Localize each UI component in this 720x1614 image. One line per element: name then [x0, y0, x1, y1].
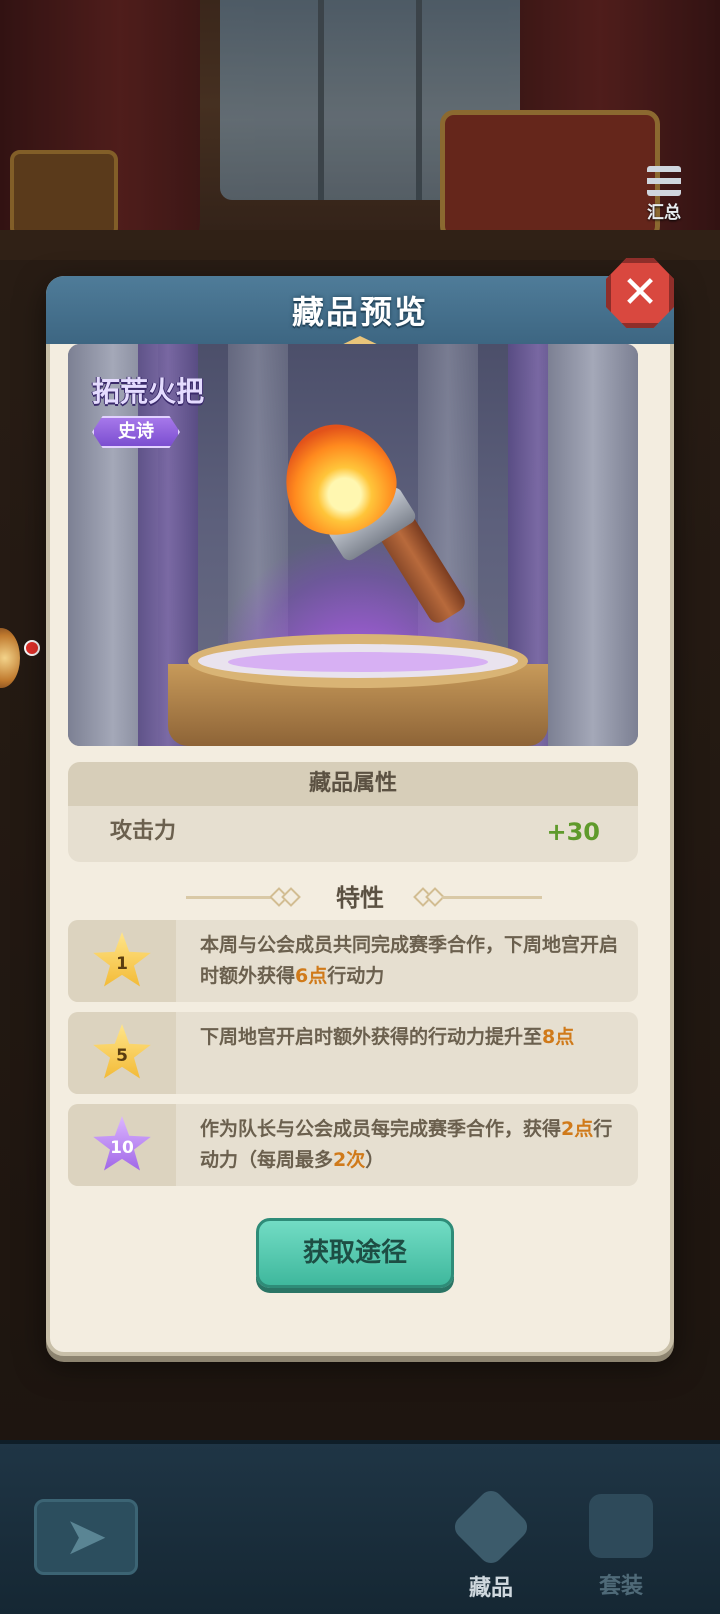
notification-dot — [24, 640, 40, 656]
trait-highlight: 2点 — [561, 1118, 594, 1140]
trait-row: 1 本周与公会成员共同完成赛季合作，下周地宫开启时额外获得6点行动力 — [68, 920, 638, 1002]
trait-level: 1 — [116, 954, 128, 974]
trait-description: 下周地宫开启时额外获得的行动力提升至8点 — [200, 1022, 620, 1053]
close-button[interactable]: ✕ — [606, 258, 674, 328]
close-icon: ✕ — [621, 267, 659, 318]
purple-star-icon: 10 — [93, 1116, 151, 1171]
get-source-button[interactable]: 获取途径 — [256, 1218, 454, 1288]
trait-text-part: 作为队长与公会成员每完成赛季合作，获得 — [200, 1118, 562, 1140]
gold-star-icon: 1 — [93, 932, 151, 987]
traits-title: 特性 — [336, 884, 384, 912]
attributes-panel: 藏品属性 攻击力 +30 — [68, 762, 638, 862]
trait-description: 本周与公会成员共同完成赛季合作，下周地宫开启时额外获得6点行动力 — [200, 930, 620, 992]
diamond-ornament — [281, 887, 301, 907]
trait-highlight: 2次 — [333, 1149, 366, 1171]
trait-row: 10 作为队长与公会成员每完成赛季合作，获得2点行动力（每周最多2次） — [68, 1104, 638, 1186]
trait-description: 作为队长与公会成员每完成赛季合作，获得2点行动力（每周最多2次） — [200, 1114, 620, 1176]
trait-row: 5 下周地宫开启时额外获得的行动力提升至8点 — [68, 1012, 638, 1094]
book-icon — [589, 1494, 653, 1558]
trait-highlight: 8点 — [542, 1026, 575, 1048]
rarity-badge: 史诗 — [92, 416, 180, 448]
pedestal — [188, 634, 528, 688]
summary-button[interactable]: 汇总 — [636, 166, 692, 226]
arrow-left-icon: ➤ — [64, 1507, 108, 1567]
heading-divider — [442, 896, 542, 899]
trait-level-cell: 10 — [68, 1104, 176, 1186]
nav-tab-collection[interactable]: 藏品 — [436, 1484, 546, 1604]
attributes-header: 藏品属性 — [68, 762, 638, 806]
gold-star-icon: 5 — [93, 1024, 151, 1079]
attribute-row: 攻击力 +30 — [68, 806, 638, 862]
trait-level: 10 — [110, 1138, 134, 1158]
nav-tab-sets[interactable]: 套装 — [566, 1484, 676, 1604]
attribute-name: 攻击力 — [110, 819, 177, 844]
item-name: 拓荒火把 — [92, 375, 205, 408]
trait-level-cell: 1 — [68, 920, 176, 1002]
nav-tab-label: 藏品 — [468, 1576, 513, 1601]
trait-highlight: 6点 — [295, 965, 328, 987]
list-icon — [647, 166, 681, 196]
trait-text-part: ） — [365, 1149, 385, 1171]
back-button[interactable]: ➤ — [34, 1499, 138, 1575]
nav-tab-label: 套装 — [598, 1574, 643, 1599]
collection-preview-dialog: 藏品预览 拓荒火把 史诗 藏品属性 攻击力 +30 特性 1 本周与公会成员共同… — [46, 276, 674, 1356]
attribute-value: +30 — [546, 818, 600, 846]
trait-text-part: 本周与公会成员共同完成赛季合作，下周地宫开启时额外获得 — [200, 934, 619, 987]
trait-level: 5 — [116, 1046, 128, 1066]
dialog-header: 藏品预览 — [46, 276, 674, 344]
pillar — [548, 344, 638, 746]
dragon-emblem-icon — [449, 1485, 533, 1569]
trait-text-part: 行动力 — [327, 965, 385, 987]
summary-label: 汇总 — [647, 203, 681, 223]
item-preview: 拓荒火把 史诗 — [68, 344, 638, 746]
bottom-bar: ➤ 藏品 套装 — [0, 1440, 720, 1614]
trait-level-cell: 5 — [68, 1012, 176, 1094]
trait-text-part: 下周地宫开启时额外获得的行动力提升至 — [200, 1026, 543, 1048]
dialog-title: 藏品预览 — [291, 293, 428, 331]
traits-heading: 特性 — [50, 878, 670, 918]
